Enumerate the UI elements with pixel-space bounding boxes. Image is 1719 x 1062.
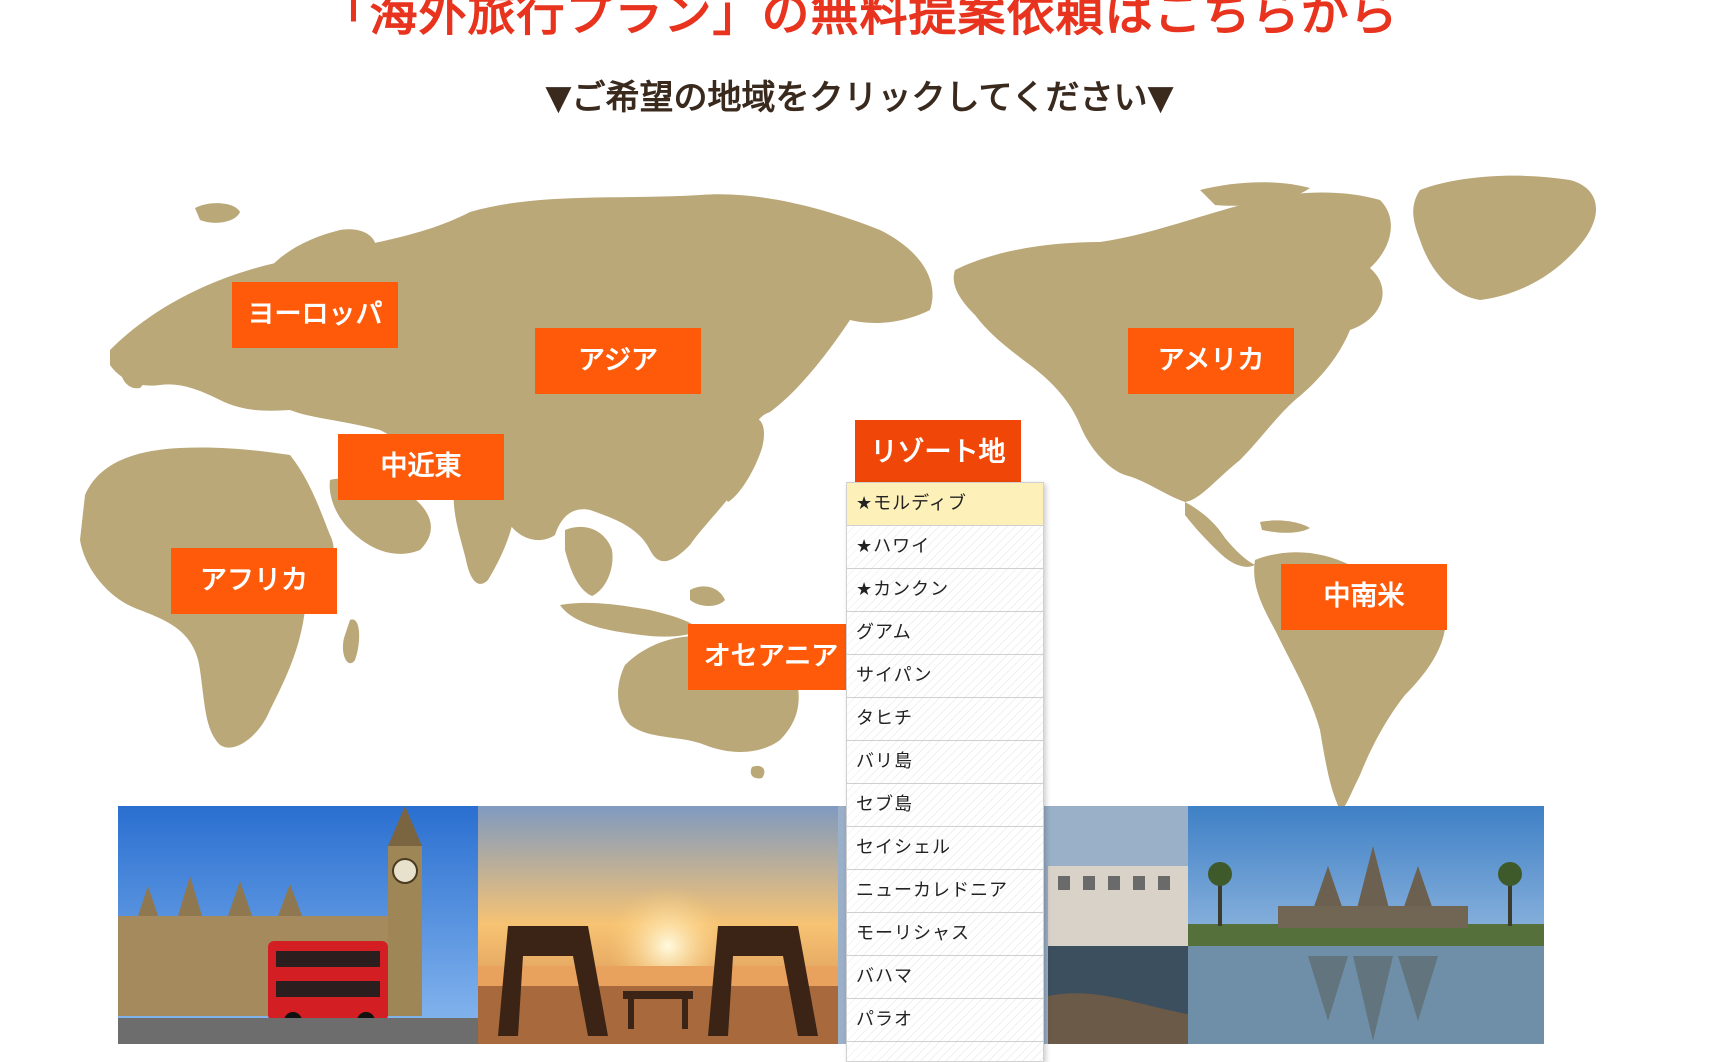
photo-angkor-wat — [1188, 806, 1544, 1044]
dropdown-item-bali[interactable]: バリ島 — [847, 741, 1043, 784]
dropdown-item-cancun[interactable]: ★カンクン — [847, 569, 1043, 612]
dropdown-item-saipan[interactable]: サイパン — [847, 655, 1043, 698]
region-asia-button[interactable]: アジア — [535, 328, 701, 394]
region-america-button[interactable]: アメリカ — [1128, 328, 1294, 394]
dropdown-item-mauritius[interactable]: モーリシャス — [847, 913, 1043, 956]
region-europe-button[interactable]: ヨーロッパ — [232, 282, 398, 348]
region-africa-button[interactable]: アフリカ — [171, 548, 337, 614]
dropdown-item-bahamas[interactable]: バハマ — [847, 956, 1043, 999]
dropdown-item-more[interactable] — [847, 1042, 1043, 1061]
dropdown-item-hawaii[interactable]: ★ハワイ — [847, 526, 1043, 569]
region-resort-button[interactable]: リゾート地 — [855, 420, 1021, 486]
dropdown-item-maldives[interactable]: ★モルディブ — [847, 483, 1043, 526]
region-latin-america-button[interactable]: 中南米 — [1281, 564, 1447, 630]
photo-strip — [118, 806, 1544, 1044]
resort-dropdown-menu: ★モルディブ ★ハワイ ★カンクン グアム サイパン タヒチ バリ島 セブ島 セ… — [846, 482, 1044, 1062]
dropdown-item-tahiti[interactable]: タヒチ — [847, 698, 1043, 741]
photo-london — [118, 806, 478, 1044]
instruction-text: ▼ご希望の地域をクリックしてください▼ — [545, 78, 1174, 118]
dropdown-item-seychelles[interactable]: セイシェル — [847, 827, 1043, 870]
region-middle-east-button[interactable]: 中近東 — [338, 434, 504, 500]
photo-beach-sunset — [478, 806, 838, 1044]
dropdown-item-cebu[interactable]: セブ島 — [847, 784, 1043, 827]
region-oceania-button[interactable]: オセアニア — [688, 624, 854, 690]
dropdown-item-guam[interactable]: グアム — [847, 612, 1043, 655]
dropdown-item-palau[interactable]: パラオ — [847, 999, 1043, 1042]
dropdown-item-new-caledonia[interactable]: ニューカレドニア — [847, 870, 1043, 913]
page-title: 「海外旅行プラン」の無料提案依頼はこちらから — [320, 0, 1399, 42]
